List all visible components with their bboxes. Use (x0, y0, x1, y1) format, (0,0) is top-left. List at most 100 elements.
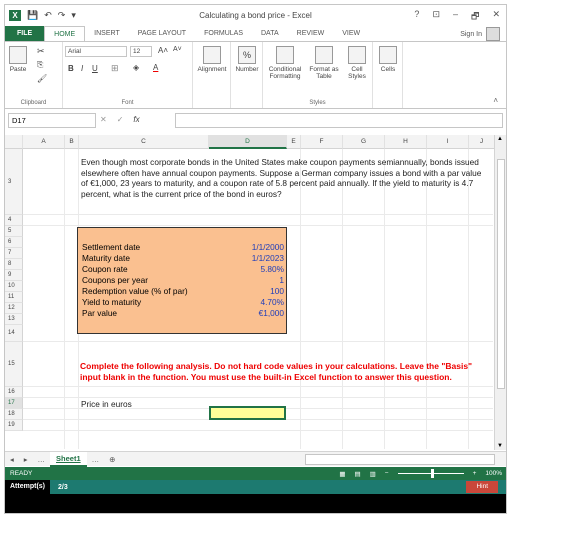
tab-insert[interactable]: INSERT (85, 26, 129, 41)
avatar[interactable] (486, 27, 500, 41)
column-header-c[interactable]: C (79, 135, 209, 149)
prev-sheet-icon[interactable]: ◂ (5, 455, 19, 464)
sign-in[interactable]: Sign In (460, 27, 500, 41)
more-sheets-left-icon[interactable]: … (33, 455, 51, 464)
row-header-18[interactable]: 18 (5, 409, 23, 420)
ribbon-display-button[interactable]: ⊡ (432, 9, 440, 25)
zoom-level[interactable]: 100% (485, 470, 502, 477)
row-header-13[interactable]: 13 (5, 314, 23, 325)
page-layout-view-icon[interactable]: ▤ (354, 470, 360, 478)
help-button[interactable]: ? (414, 9, 419, 25)
hint-button[interactable]: Hint (466, 481, 498, 493)
page-break-view-icon[interactable]: ▥ (370, 470, 376, 478)
formula-input[interactable] (175, 113, 503, 128)
close-button[interactable]: ✕ (492, 9, 500, 25)
fill-color-icon[interactable]: ◈ (133, 63, 139, 72)
cancel-icon[interactable]: ✕ (100, 115, 107, 124)
collapse-ribbon-icon[interactable]: ˄ (493, 96, 498, 105)
column-header-i[interactable]: I (427, 135, 469, 149)
tab-formulas[interactable]: FORMULAS (195, 26, 252, 41)
tab-home[interactable]: HOME (44, 26, 86, 41)
cell-styles-button[interactable]: Cell Styles (343, 46, 371, 80)
copy-icon[interactable]: ⎘ (37, 60, 43, 70)
row-header-19[interactable]: 19 (5, 420, 23, 431)
tab-data[interactable]: DATA (252, 26, 288, 41)
input-row[interactable]: Coupons per year 1 (82, 275, 287, 286)
number-button[interactable]: % Number (232, 46, 262, 73)
input-row[interactable]: Settlement date 1/1/2000 (82, 242, 287, 253)
column-header-b[interactable]: B (65, 135, 79, 149)
underline-icon[interactable]: U (92, 64, 98, 73)
row-header-11[interactable]: 11 (5, 292, 23, 303)
more-sheets-right-icon[interactable]: … (87, 455, 105, 464)
name-box[interactable]: D17 (8, 113, 96, 128)
row-header-7[interactable]: 7 (5, 248, 23, 259)
insert-function-icon[interactable]: fx (133, 115, 139, 124)
vertical-scroll-thumb[interactable] (497, 159, 505, 389)
cut-icon[interactable]: ✂ (37, 46, 45, 57)
column-header-e[interactable]: E (287, 135, 301, 149)
decrease-font-icon[interactable]: A˅ (173, 46, 182, 53)
row-header-4[interactable]: 4 (5, 215, 23, 226)
row-header-3[interactable]: 3 (5, 149, 23, 215)
row-header-16[interactable]: 16 (5, 387, 23, 398)
input-row[interactable]: Coupon rate 5.80% (82, 264, 287, 275)
row-header-10[interactable]: 10 (5, 281, 23, 292)
add-sheet-icon[interactable]: ⊕ (104, 455, 120, 464)
enter-icon[interactable]: ✓ (117, 115, 124, 124)
zoom-slider-knob[interactable] (430, 469, 434, 478)
horizontal-scrollbar[interactable] (305, 454, 495, 465)
scroll-up-icon[interactable]: ▲ (497, 136, 503, 142)
row-header-5[interactable]: 5 (5, 226, 23, 237)
normal-view-icon[interactable]: ▦ (339, 470, 345, 478)
bold-icon[interactable]: B (68, 64, 74, 73)
vertical-scrollbar[interactable]: ▲ ▼ (494, 135, 506, 450)
zoom-slider[interactable] (397, 469, 464, 478)
font-name-box[interactable]: Arial (65, 46, 127, 57)
column-header-h[interactable]: H (385, 135, 427, 149)
select-all-corner[interactable] (5, 135, 23, 149)
formula-bar: D17 ✕ ✓ fx (5, 113, 506, 129)
input-row[interactable]: Yield to maturity 4.70% (82, 297, 287, 308)
increase-font-icon[interactable]: A˄ (158, 46, 168, 55)
borders-icon[interactable]: ⊞ (111, 63, 119, 74)
row-header-6[interactable]: 6 (5, 237, 23, 248)
row-header-14[interactable]: 14 (5, 325, 23, 342)
answer-cell-d17[interactable] (209, 406, 286, 420)
row-header-12[interactable]: 12 (5, 303, 23, 314)
tab-file[interactable]: FILE (5, 26, 45, 41)
zoom-in-icon[interactable]: + (473, 470, 477, 477)
font-size-box[interactable]: 12 (130, 46, 152, 57)
zoom-out-icon[interactable]: − (385, 470, 389, 477)
next-sheet-icon[interactable]: ▸ (19, 455, 33, 464)
tab-review[interactable]: REVIEW (288, 26, 334, 41)
scroll-down-icon[interactable]: ▼ (497, 443, 503, 449)
cells-button[interactable]: Cells (375, 46, 401, 73)
tab-view[interactable]: VIEW (333, 26, 369, 41)
column-header-d[interactable]: D (209, 135, 287, 149)
format-as-table-button[interactable]: Format as Table (307, 46, 341, 80)
paste-button[interactable]: Paste (9, 46, 27, 73)
row-header-17[interactable]: 17 (5, 398, 23, 409)
conditional-formatting-button[interactable]: Conditional Formatting (265, 46, 305, 80)
input-row[interactable]: Maturity date 1/1/2023 (82, 253, 287, 264)
row-header-9[interactable]: 9 (5, 270, 23, 281)
alignment-group: Alignment (193, 42, 231, 108)
input-row[interactable]: Par value €1,000 (82, 308, 287, 319)
italic-icon[interactable]: I (81, 64, 83, 73)
format-painter-icon[interactable]: 🖌 (37, 74, 47, 83)
alignment-button[interactable]: Alignment (195, 46, 229, 73)
worksheet-grid[interactable]: A B C D E F G H I J 3 4 5 6 7 8 9 10 11 … (5, 135, 506, 450)
column-header-f[interactable]: F (301, 135, 343, 149)
minimize-button[interactable]: – (453, 9, 458, 25)
row-header-15[interactable]: 15 (5, 342, 23, 387)
input-row[interactable]: Redemption value (% of par) 100 (82, 286, 287, 297)
column-header-a[interactable]: A (23, 135, 65, 149)
restore-button[interactable]: 🗗 (471, 9, 479, 25)
sheet-tab-sheet1[interactable]: Sheet1 (50, 451, 87, 467)
tab-page-layout[interactable]: PAGE LAYOUT (129, 26, 195, 41)
column-header-j[interactable]: J (469, 135, 495, 149)
row-header-8[interactable]: 8 (5, 259, 23, 270)
font-color-icon[interactable]: A (153, 63, 158, 72)
column-header-g[interactable]: G (343, 135, 385, 149)
